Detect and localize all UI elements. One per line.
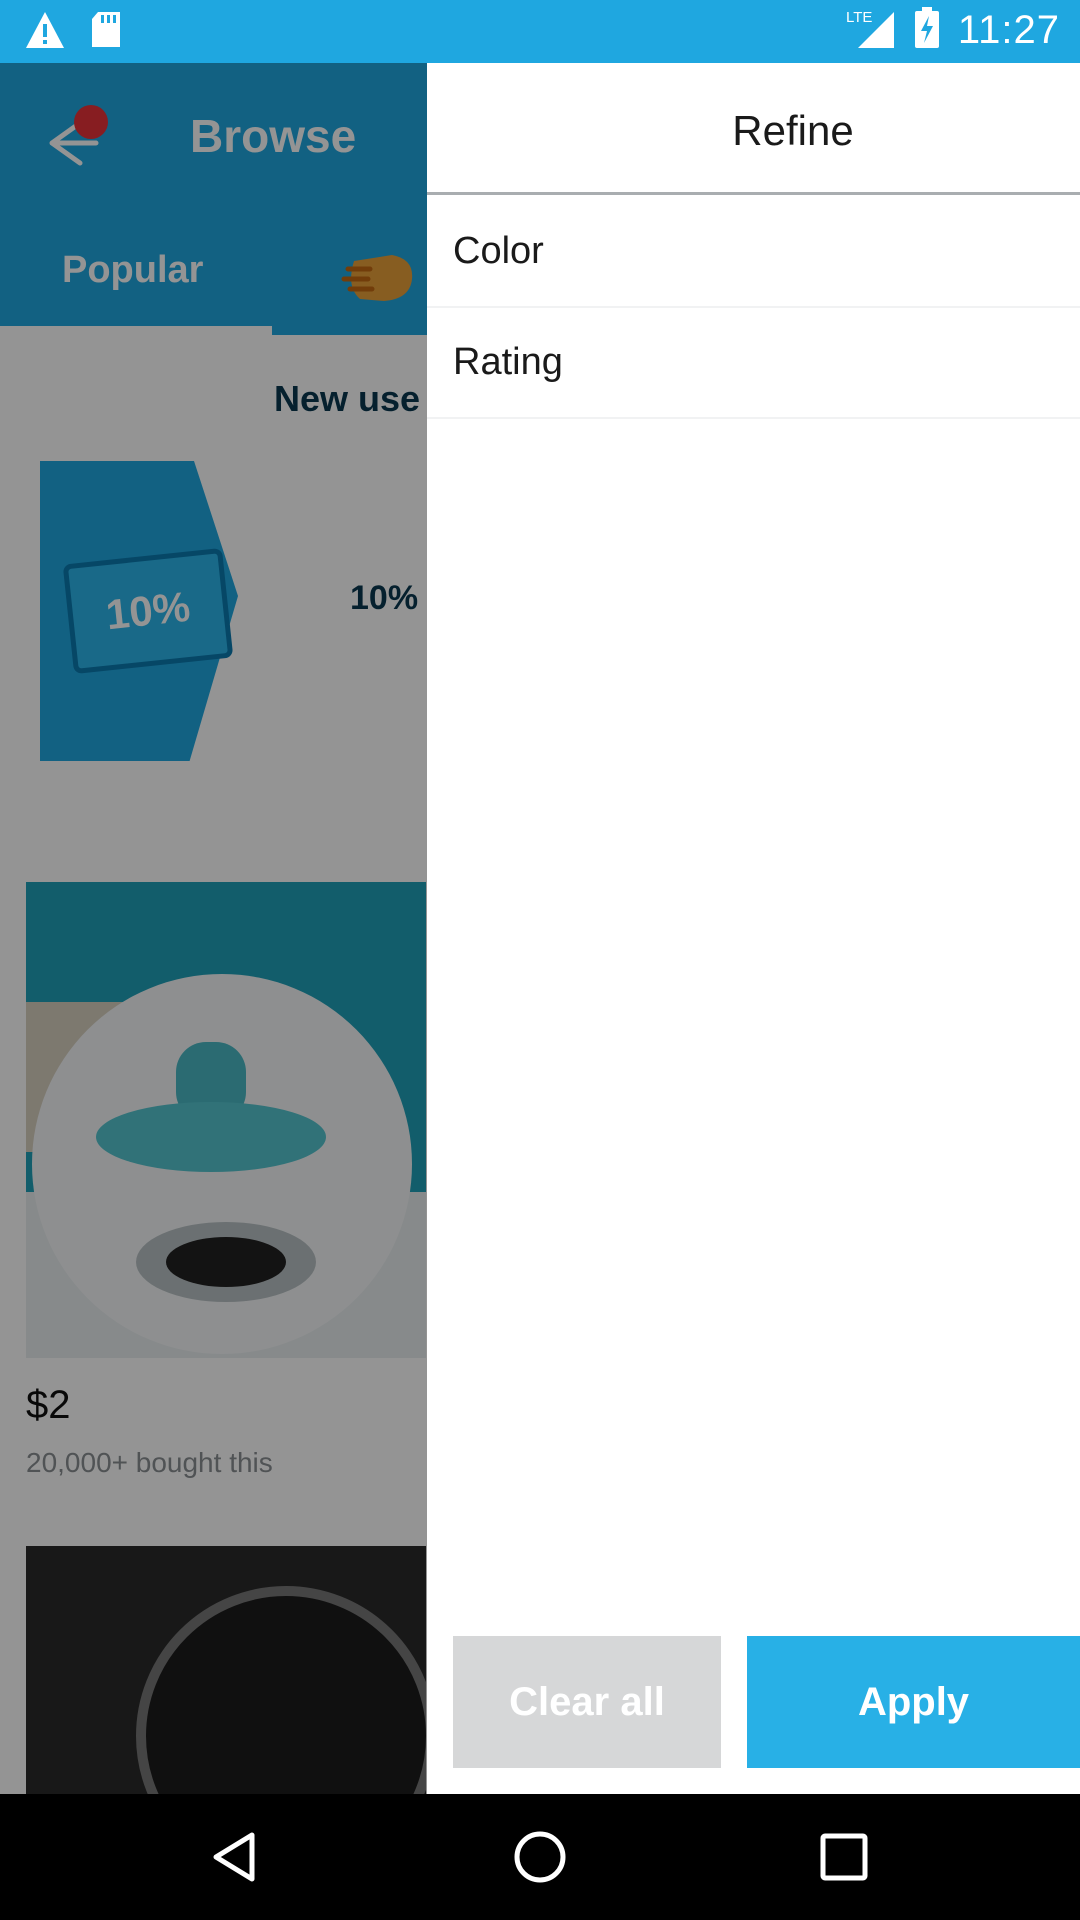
navigation-bar bbox=[0, 1794, 1080, 1920]
nav-recents-button[interactable] bbox=[814, 1827, 874, 1887]
clear-all-button[interactable]: Clear all bbox=[453, 1636, 721, 1768]
nav-home-button[interactable] bbox=[510, 1827, 570, 1887]
filter-row-rating[interactable]: Rating bbox=[427, 309, 1080, 419]
back-triangle-icon bbox=[213, 1832, 255, 1882]
status-time: 11:27 bbox=[957, 8, 1060, 52]
signal-icon: LTE bbox=[846, 6, 896, 55]
drawer-title: Refine bbox=[732, 107, 854, 154]
filter-row-color[interactable]: Color bbox=[427, 198, 1080, 308]
refine-drawer: Refine Color Rating Clear all Apply bbox=[427, 63, 1080, 1794]
screen: LTE 11:27 Browse Popular New use 10% 10% bbox=[0, 0, 1080, 1920]
warning-icon bbox=[24, 10, 66, 55]
status-right-icons: LTE 11:27 bbox=[846, 6, 1060, 55]
home-circle-icon bbox=[514, 1831, 566, 1883]
network-type-label: LTE bbox=[846, 9, 872, 26]
filter-label: Rating bbox=[453, 341, 563, 383]
battery-charging-icon bbox=[914, 7, 940, 54]
status-bar: LTE 11:27 bbox=[0, 0, 1080, 63]
recents-square-icon bbox=[820, 1833, 868, 1881]
drawer-header: Refine bbox=[427, 63, 1080, 195]
nav-back-button[interactable] bbox=[206, 1827, 266, 1887]
filter-label: Color bbox=[453, 230, 544, 272]
sd-card-icon bbox=[90, 11, 122, 54]
status-left-icons bbox=[24, 10, 122, 55]
apply-button[interactable]: Apply bbox=[747, 1636, 1080, 1768]
